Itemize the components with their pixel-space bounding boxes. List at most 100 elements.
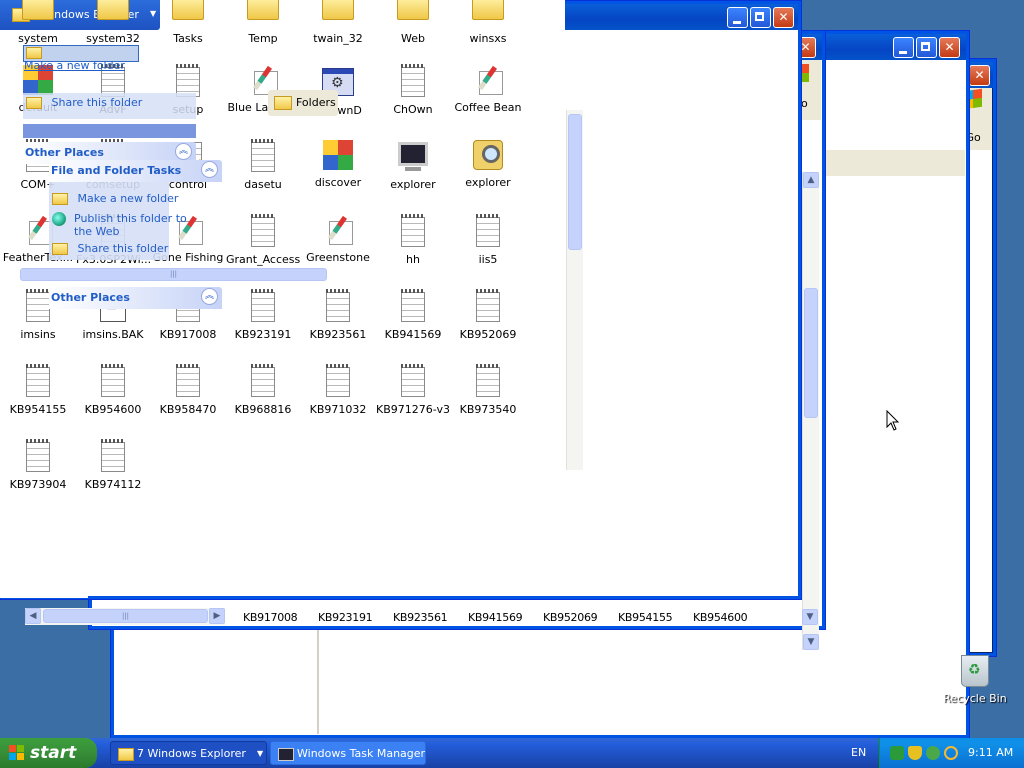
file-item[interactable]: KB974112 bbox=[76, 439, 150, 491]
scroll-right-button[interactable]: ▶ bbox=[209, 608, 225, 624]
msinfo-icon bbox=[322, 140, 354, 172]
file-item-label[interactable]: KB917008 bbox=[243, 611, 298, 624]
file-item-label: KB958470 bbox=[159, 403, 217, 416]
file-item-label: explorer bbox=[465, 176, 511, 189]
file-item[interactable]: twain_32 bbox=[301, 0, 375, 45]
file-item-label[interactable]: KB923561 bbox=[393, 611, 448, 624]
maximize-button[interactable] bbox=[750, 7, 771, 28]
file-item-label: explorer bbox=[390, 178, 436, 191]
task-link-share[interactable]: Share this folder bbox=[52, 242, 168, 255]
collapse-chevron-icon[interactable]: ︽ bbox=[201, 288, 218, 305]
file-item-label[interactable]: KB952069 bbox=[543, 611, 598, 624]
start-button[interactable]: start bbox=[0, 738, 97, 768]
file-item[interactable]: hh bbox=[376, 214, 450, 266]
doc-icon bbox=[247, 364, 279, 399]
file-item-label: KB923561 bbox=[309, 328, 367, 341]
file-item[interactable]: Tasks bbox=[151, 0, 225, 45]
file-item[interactable]: Coffee Bean bbox=[451, 65, 525, 114]
vertical-scrollbar[interactable] bbox=[566, 110, 583, 470]
minimize-button[interactable] bbox=[727, 7, 748, 28]
file-item[interactable]: system bbox=[1, 0, 75, 45]
file-item[interactable]: Temp bbox=[226, 0, 300, 45]
scroll-up-button[interactable]: ▲ bbox=[803, 172, 819, 188]
file-item-label: dasetu bbox=[244, 178, 282, 191]
file-item[interactable]: KB968816 bbox=[226, 364, 300, 416]
file-item[interactable]: KB954600 bbox=[76, 364, 150, 416]
task-manager-icon bbox=[278, 748, 294, 761]
network-icon[interactable] bbox=[890, 746, 904, 760]
scroll-thumb[interactable] bbox=[804, 288, 818, 418]
file-item[interactable]: ChOwn bbox=[376, 64, 450, 116]
close-button[interactable] bbox=[939, 37, 960, 58]
other-places-title: Other Places bbox=[25, 146, 104, 159]
collapse-chevron-icon[interactable]: ︽ bbox=[201, 161, 218, 178]
other-places-header[interactable]: Other Places bbox=[49, 287, 222, 309]
doc-icon bbox=[397, 289, 429, 324]
file-item[interactable]: KB954155 bbox=[1, 364, 75, 416]
file-item[interactable]: Grant_Access bbox=[226, 214, 300, 266]
share-folder-icon bbox=[26, 97, 42, 109]
file-folder-tasks-header[interactable]: File and Folder Tasks bbox=[49, 160, 222, 182]
task-link-make-folder-top[interactable]: Make a new folder bbox=[23, 45, 139, 72]
minimize-button[interactable] bbox=[893, 37, 914, 58]
doc-icon bbox=[472, 364, 504, 399]
file-item-label[interactable]: KB941569 bbox=[468, 611, 523, 624]
file-item[interactable]: KB973540 bbox=[451, 364, 525, 416]
file-item[interactable]: KB973904 bbox=[1, 439, 75, 491]
file-item[interactable]: KB971276-v3 bbox=[376, 364, 450, 416]
task-link-label: Publish this folder to the Web bbox=[74, 212, 187, 238]
file-item-label: Coffee Bean bbox=[454, 101, 522, 114]
h-scroll-thumb[interactable]: ||| bbox=[43, 609, 208, 623]
security-shield-icon[interactable] bbox=[908, 746, 922, 760]
task-link-make-folder[interactable]: Make a new folder bbox=[52, 192, 178, 205]
file-item[interactable]: KB958470 bbox=[151, 364, 225, 416]
doc-icon bbox=[247, 214, 279, 249]
file-item[interactable]: KB971032 bbox=[301, 364, 375, 416]
scroll-down-button[interactable]: ▼ bbox=[802, 609, 818, 625]
file-item[interactable]: Web bbox=[376, 0, 450, 45]
recycle-bin-icon: ♻ bbox=[961, 655, 989, 687]
horizontal-scrollbar[interactable]: ◀ ||| ▶ bbox=[25, 608, 225, 625]
taskbar-button-explorer[interactable]: 7 Windows Explorer ▼ bbox=[110, 741, 267, 765]
scroll-thumb[interactable] bbox=[568, 114, 582, 250]
chevron-down-icon: ▼ bbox=[257, 749, 264, 758]
vertical-scrollbar[interactable]: ▲ ▼ bbox=[802, 172, 819, 650]
folder-view-lower bbox=[0, 480, 88, 598]
scroll-left-button[interactable]: ◀ bbox=[25, 608, 41, 624]
file-item-label: iis5 bbox=[478, 253, 498, 266]
file-item[interactable]: explorer bbox=[451, 140, 525, 189]
maximize-button[interactable] bbox=[916, 37, 937, 58]
update-icon[interactable] bbox=[926, 746, 940, 760]
horizontal-scroll-thumb[interactable]: ||| bbox=[20, 268, 327, 281]
file-item-label: system32 bbox=[86, 32, 140, 45]
folders-button[interactable]: Folders bbox=[268, 90, 338, 116]
file-item-label[interactable]: KB954600 bbox=[693, 611, 748, 624]
search-icon[interactable] bbox=[944, 746, 958, 760]
file-item[interactable]: iis5 bbox=[451, 214, 525, 266]
scroll-down-button[interactable]: ▼ bbox=[803, 634, 819, 650]
language-indicator[interactable]: EN bbox=[851, 746, 866, 759]
file-item[interactable]: dasetu bbox=[226, 139, 300, 191]
folder-icon bbox=[52, 193, 68, 205]
close-button[interactable] bbox=[773, 7, 794, 28]
file-item-label[interactable]: KB954155 bbox=[618, 611, 673, 624]
folder-icon bbox=[172, 0, 204, 28]
collapse-chevron-icon[interactable]: ︽ bbox=[175, 143, 192, 160]
close-button[interactable] bbox=[969, 65, 990, 86]
task-link-publish[interactable]: Publish this folder to the Web bbox=[52, 212, 202, 238]
file-item-label[interactable]: KB923191 bbox=[318, 611, 373, 624]
file-item[interactable]: discover bbox=[301, 140, 375, 189]
task-link-share-top[interactable]: Share this folder bbox=[26, 96, 142, 109]
clock[interactable]: 9:11 AM bbox=[968, 746, 1013, 759]
file-item[interactable]: explorer bbox=[376, 140, 450, 191]
recycle-bin[interactable]: ♻ Recycle Bin bbox=[940, 655, 1010, 705]
file-item-label: KB952069 bbox=[459, 328, 517, 341]
file-item[interactable]: Greenstone bbox=[301, 215, 375, 264]
file-item[interactable]: system32 bbox=[76, 0, 150, 45]
file-item[interactable]: KB952069 bbox=[451, 289, 525, 341]
file-item[interactable]: KB923561 bbox=[301, 289, 375, 341]
file-item[interactable]: KB941569 bbox=[376, 289, 450, 341]
file-item[interactable]: winsxs bbox=[451, 0, 525, 45]
taskbar-button-task-manager[interactable]: Windows Task Manager bbox=[270, 741, 426, 765]
file-item[interactable]: KB923191 bbox=[226, 289, 300, 341]
